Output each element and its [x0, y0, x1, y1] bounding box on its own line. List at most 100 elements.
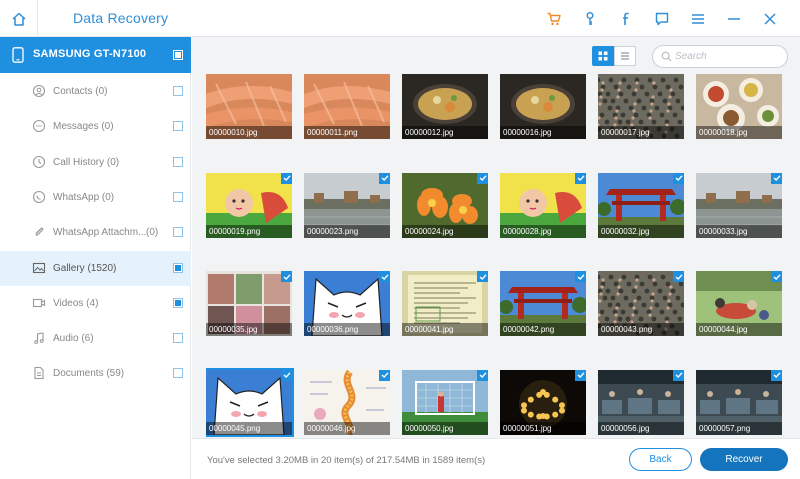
device-checkbox[interactable]	[173, 50, 183, 60]
thumbnail-checkbox[interactable]	[281, 271, 292, 282]
gallery-thumbnail[interactable]: 00000011.png	[304, 74, 390, 139]
gallery-thumbnail[interactable]: 00000024.jpg	[402, 172, 488, 238]
check-icon	[773, 273, 781, 280]
audio-icon	[32, 331, 46, 345]
category-checkbox[interactable]	[173, 297, 183, 308]
category-checkbox[interactable]	[173, 121, 183, 132]
gallery-thumbnail[interactable]: 00000044.jpg	[696, 271, 782, 336]
device-row[interactable]: SAMSUNG GT-N7100	[0, 37, 191, 73]
thumbnail-checkbox[interactable]	[771, 369, 782, 381]
gallery-thumbnail[interactable]: 00000050.jpg	[402, 369, 488, 435]
feedback-button[interactable]	[644, 0, 680, 37]
thumbnail-checkbox[interactable]	[281, 369, 292, 381]
gallery-thumbnail[interactable]: 00000046.jpg	[304, 369, 390, 435]
thumbnail-checkbox[interactable]	[477, 369, 488, 381]
sidebar-item-contacts[interactable]: Contacts (0)	[0, 74, 191, 109]
sidebar-item-attachment[interactable]: WhatsApp Attachm... (0)	[0, 215, 191, 250]
thumbnail-checkbox[interactable]	[673, 172, 684, 184]
gallery-thumbnail[interactable]: 00000043.png	[598, 271, 684, 336]
gallery-thumbnail[interactable]: 00000017.jpg	[598, 74, 684, 139]
category-checkbox[interactable]	[173, 368, 183, 379]
category-checkbox[interactable]	[173, 333, 183, 344]
gallery-thumbnail[interactable]: 00000010.jpg	[206, 74, 292, 139]
category-checkbox[interactable]	[173, 227, 183, 238]
thumbnail-filename: 00000044.jpg	[696, 323, 782, 336]
minimize-button[interactable]	[716, 0, 752, 37]
sidebar: SAMSUNG GT-N7100 Contacts (0) Messages (0…	[0, 37, 191, 479]
sidebar-item-label: WhatsApp (0)	[53, 191, 115, 203]
sidebar-item-messages[interactable]: Messages (0)	[0, 109, 191, 144]
sidebar-item-documents[interactable]: Documents (59)	[0, 356, 191, 391]
key-icon	[586, 11, 594, 25]
messages-icon	[32, 119, 46, 133]
recover-button[interactable]: Recover	[700, 448, 788, 471]
contacts-icon	[32, 84, 46, 98]
register-button[interactable]	[572, 0, 608, 37]
gallery-thumbnail[interactable]: 00000045.png	[206, 367, 294, 437]
back-button[interactable]: Back	[629, 448, 692, 471]
sidebar-item-videos[interactable]: Videos (4)	[0, 286, 191, 321]
sidebar-item-label: Call History (0)	[53, 156, 120, 168]
gallery-thumbnail[interactable]: 00000036.png	[304, 271, 390, 336]
cart-button[interactable]	[536, 0, 572, 37]
thumbnail-checkbox[interactable]	[575, 369, 586, 381]
thumbnail-checkbox[interactable]	[673, 271, 684, 282]
thumbnail-checkbox[interactable]	[575, 271, 586, 282]
sidebar-item-call-history[interactable]: Call History (0)	[0, 145, 191, 180]
gallery-thumbnail[interactable]: 00000041.jpg	[402, 271, 488, 336]
gallery-thumbnail[interactable]: 00000051.jpg	[500, 369, 586, 435]
home-button[interactable]	[0, 0, 38, 37]
check-icon	[577, 372, 585, 378]
gallery-thumbnail[interactable]: 00000057.png	[696, 369, 782, 435]
gallery-thumbnail[interactable]: 00000042.png	[500, 271, 586, 336]
thumbnail-checkbox[interactable]	[477, 172, 488, 184]
menu-button[interactable]	[680, 0, 716, 37]
cart-icon	[547, 12, 561, 25]
grid-view-button[interactable]	[592, 46, 614, 66]
sidebar-item-whatsapp[interactable]: WhatsApp (0)	[0, 180, 191, 215]
category-checkbox[interactable]	[173, 156, 183, 167]
search-box[interactable]	[652, 45, 788, 68]
thumbnail-checkbox[interactable]	[379, 271, 390, 282]
gallery-thumbnail[interactable]: 00000018.jpg	[696, 74, 782, 139]
check-icon	[773, 372, 781, 378]
title-bar: Data Recovery	[0, 0, 800, 37]
category-checkbox[interactable]	[173, 86, 183, 96]
thumbnail-checkbox[interactable]	[379, 172, 390, 184]
thumbnail-filename: 00000012.jpg	[402, 126, 488, 139]
gallery-thumbnail[interactable]: 00000012.jpg	[402, 74, 488, 139]
gallery-thumbnail[interactable]: 00000056.jpg	[598, 369, 684, 435]
gallery-thumbnail[interactable]: 00000033.jpg	[696, 172, 782, 238]
close-button[interactable]	[752, 0, 788, 37]
sidebar-item-gallery[interactable]: Gallery (1520)	[0, 250, 191, 286]
list-view-button[interactable]	[614, 46, 636, 66]
sidebar-item-label: Gallery (1520)	[53, 262, 117, 274]
gallery-thumbnail[interactable]: 00000016.jpg	[500, 74, 586, 139]
category-checkbox[interactable]	[173, 262, 183, 273]
device-name: SAMSUNG GT-N7100	[33, 48, 147, 60]
thumbnail-checkbox[interactable]	[673, 369, 684, 381]
facebook-button[interactable]	[608, 0, 644, 37]
thumbnail-checkbox[interactable]	[281, 172, 292, 184]
thumbnail-checkbox[interactable]	[477, 271, 488, 282]
thumbnail-checkbox[interactable]	[379, 369, 390, 381]
thumbnail-checkbox[interactable]	[771, 172, 782, 184]
gallery-grid: 00000010.jpg 00000011.png 00000012.jpg 0000…	[206, 74, 796, 438]
thumbnail-filename: 00000057.png	[696, 421, 782, 435]
thumbnail-filename: 00000019.png	[206, 224, 292, 238]
thumbnail-filename: 00000043.png	[598, 323, 684, 336]
gallery-thumbnail[interactable]: 00000019.png	[206, 172, 292, 238]
check-icon	[479, 372, 487, 378]
thumbnail-checkbox[interactable]	[575, 172, 586, 184]
sidebar-item-audio[interactable]: Audio (6)	[0, 321, 191, 356]
thumbnail-checkbox[interactable]	[771, 271, 782, 282]
gallery-thumbnail[interactable]: 00000035.jpg	[206, 271, 292, 336]
gallery-thumbnail[interactable]: 00000028.jpg	[500, 172, 586, 238]
gallery-thumbnail[interactable]: 00000032.jpg	[598, 172, 684, 238]
thumbnail-filename: 00000033.jpg	[696, 224, 782, 238]
content-toolbar	[192, 37, 800, 75]
category-checkbox[interactable]	[173, 191, 183, 202]
gallery-thumbnail[interactable]: 00000023.png	[304, 172, 390, 238]
search-input[interactable]	[675, 49, 780, 64]
call-history-icon	[32, 155, 46, 169]
